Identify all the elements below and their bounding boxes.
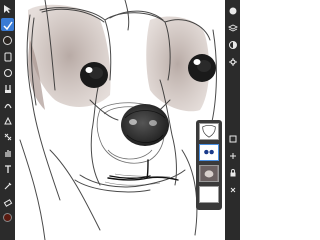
- left-toolbar: [0, 0, 15, 240]
- primary-color-swatch[interactable]: [1, 211, 14, 224]
- transform-icon[interactable]: [1, 131, 14, 144]
- fill-icon[interactable]: [1, 82, 14, 95]
- text-icon[interactable]: [1, 163, 14, 176]
- layer-thumbnail[interactable]: [199, 186, 219, 203]
- layers-panel: [196, 120, 222, 210]
- layer-thumbnail[interactable]: [199, 165, 219, 182]
- right-toolbar: [225, 0, 240, 240]
- stroke-icon[interactable]: [1, 50, 14, 63]
- brush-icon[interactable]: [1, 18, 14, 32]
- layer-delete-icon[interactable]: [226, 183, 239, 196]
- eyedropper-icon[interactable]: [1, 179, 14, 192]
- eraser-icon[interactable]: [1, 195, 14, 208]
- smudge-icon[interactable]: [1, 99, 14, 112]
- layer-options-icon[interactable]: [226, 149, 239, 162]
- layer-visibility-icon[interactable]: [226, 132, 239, 145]
- ink-icon[interactable]: [1, 66, 14, 79]
- hand-icon[interactable]: [1, 147, 14, 160]
- layers-icon[interactable]: [226, 21, 239, 34]
- select-icon[interactable]: [1, 2, 14, 15]
- layer-lock-icon[interactable]: [226, 166, 239, 179]
- adjust-icon[interactable]: [226, 38, 239, 51]
- shape-icon[interactable]: [1, 115, 14, 128]
- color-swatch[interactable]: [1, 34, 14, 47]
- gear-icon[interactable]: [226, 55, 239, 68]
- menu-icon[interactable]: [226, 4, 239, 17]
- layer-thumbnail[interactable]: [199, 123, 219, 140]
- layer-thumbnail[interactable]: [199, 144, 219, 161]
